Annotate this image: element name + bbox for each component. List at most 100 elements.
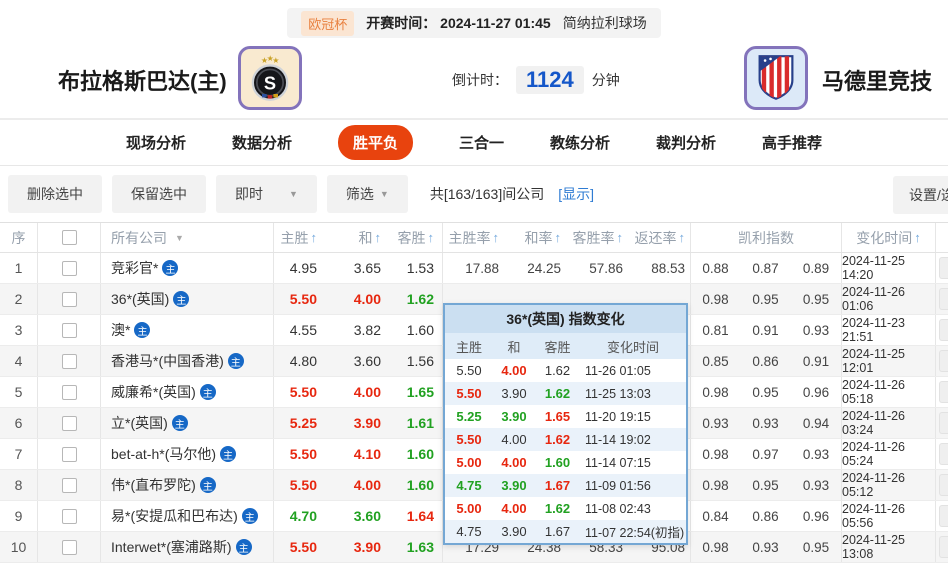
tab-三合一[interactable]: 三合一 bbox=[459, 132, 504, 153]
kelly-value: 0.98 bbox=[690, 439, 740, 469]
row-action-stub[interactable] bbox=[939, 536, 948, 558]
row-checkbox-cell bbox=[37, 346, 100, 376]
sort-asc-icon: ↑ bbox=[914, 230, 921, 245]
kelly-value: 0.95 bbox=[740, 377, 791, 407]
company-name[interactable]: 澳* bbox=[111, 320, 130, 340]
header-home-label: 主胜 bbox=[281, 228, 309, 248]
keep-selected-button[interactable]: 保留选中 bbox=[112, 175, 206, 213]
kelly-value: 0.98 bbox=[690, 532, 740, 562]
header-away-odds[interactable]: 客胜↑ bbox=[389, 223, 442, 252]
odds-table-header: 序 所有公司▼ 主胜↑ 和↑ 客胜↑ 主胜率↑ 和率↑ 客胜率↑ 返还率↑ 凯利… bbox=[0, 223, 948, 253]
row-extra-cell bbox=[935, 284, 948, 314]
header-home-rate-label: 主胜率 bbox=[449, 228, 491, 248]
popup-body: 5.504.001.6211-26 01:055.503.901.6211-25… bbox=[445, 359, 686, 543]
odds-value: 1.63 bbox=[389, 532, 442, 562]
company-name[interactable]: 威廉希*(英国) bbox=[111, 382, 196, 402]
team-header: 布拉格斯巴达(主) ★ ★ ★ S 倒计时： 1124 分钟 bbox=[0, 38, 948, 120]
tab-数据分析[interactable]: 数据分析 bbox=[232, 132, 292, 153]
row-action-stub[interactable] bbox=[939, 412, 948, 434]
match-info-bar: 欧冠杯 开赛时间： 2024-11-27 01:45 简纳拉利球场 bbox=[0, 8, 948, 38]
popup-row: 5.504.001.6211-14 19:02 bbox=[445, 428, 686, 451]
select-all-checkbox[interactable] bbox=[62, 230, 77, 245]
popup-odds-value: 1.62 bbox=[535, 363, 580, 378]
header-home-odds[interactable]: 主胜↑ bbox=[273, 223, 325, 252]
row-checkbox[interactable] bbox=[62, 323, 77, 338]
tab-胜平负[interactable]: 胜平负 bbox=[338, 125, 413, 160]
row-checkbox-cell bbox=[37, 501, 100, 531]
instant-dropdown[interactable]: 即时 ▼ bbox=[216, 175, 317, 213]
popup-change-time: 11-20 19:15 bbox=[580, 410, 686, 424]
filter-dropdown[interactable]: 筛选 ▼ bbox=[327, 175, 408, 213]
row-action-stub[interactable] bbox=[939, 288, 948, 310]
row-checkbox[interactable] bbox=[62, 540, 77, 555]
row-extra-cell bbox=[935, 253, 948, 283]
row-checkbox-cell bbox=[37, 532, 100, 562]
company-name[interactable]: 竞彩官* bbox=[111, 258, 158, 278]
row-action-stub[interactable] bbox=[939, 505, 948, 527]
row-checkbox-cell bbox=[37, 439, 100, 469]
row-checkbox[interactable] bbox=[62, 385, 77, 400]
header-draw-rate[interactable]: 和率↑ bbox=[504, 223, 566, 252]
row-seq: 9 bbox=[0, 501, 37, 531]
header-company[interactable]: 所有公司▼ bbox=[100, 223, 273, 252]
row-checkbox[interactable] bbox=[62, 354, 77, 369]
company-name[interactable]: 易*(安提瓜和巴布达) bbox=[111, 506, 238, 526]
header-home-rate[interactable]: 主胜率↑ bbox=[442, 223, 504, 252]
row-checkbox[interactable] bbox=[62, 478, 77, 493]
row-checkbox[interactable] bbox=[62, 447, 77, 462]
chevron-down-icon: ▼ bbox=[380, 189, 389, 199]
row-checkbox-cell bbox=[37, 470, 100, 500]
company-name[interactable]: 立*(英国) bbox=[111, 413, 168, 433]
row-action-stub[interactable] bbox=[939, 257, 948, 279]
popup-change-time: 11-09 01:56 bbox=[580, 479, 686, 493]
odds-value: 1.53 bbox=[389, 253, 442, 283]
row-checkbox[interactable] bbox=[62, 292, 77, 307]
popup-title: 36*(英国) 指数变化 bbox=[445, 305, 686, 333]
home-tag-icon: 主 bbox=[134, 322, 150, 338]
header-draw-odds[interactable]: 和↑ bbox=[325, 223, 389, 252]
header-payout-rate[interactable]: 返还率↑ bbox=[628, 223, 690, 252]
header-change-time[interactable]: 变化时间↑ bbox=[841, 223, 935, 252]
row-checkbox[interactable] bbox=[62, 261, 77, 276]
company-name[interactable]: 香港马*(中国香港) bbox=[111, 351, 224, 371]
company-name[interactable]: 伟*(直布罗陀) bbox=[111, 475, 196, 495]
row-action-stub[interactable] bbox=[939, 443, 948, 465]
kelly-value: 0.93 bbox=[791, 470, 841, 500]
home-tag-icon: 主 bbox=[228, 353, 244, 369]
odds-value: 4.00 bbox=[325, 284, 389, 314]
header-away-rate[interactable]: 客胜率↑ bbox=[566, 223, 628, 252]
popup-odds-value: 4.00 bbox=[493, 455, 535, 470]
header-select-all[interactable] bbox=[37, 223, 100, 252]
tab-教练分析[interactable]: 教练分析 bbox=[550, 132, 610, 153]
delete-selected-button[interactable]: 删除选中 bbox=[8, 175, 102, 213]
popup-odds-value: 3.90 bbox=[493, 409, 535, 424]
settings-select-button[interactable]: 设置/选择 bbox=[893, 176, 948, 214]
company-cell: 易*(安提瓜和巴布达)主 bbox=[100, 501, 273, 531]
odds-value: 1.60 bbox=[389, 315, 442, 345]
row-action-stub[interactable] bbox=[939, 474, 948, 496]
row-extra-cell bbox=[935, 315, 948, 345]
popup-header-draw: 和 bbox=[493, 337, 535, 356]
row-checkbox[interactable] bbox=[62, 416, 77, 431]
tab-高手推荐[interactable]: 高手推荐 bbox=[762, 132, 822, 153]
company-name[interactable]: bet-at-h*(马尔他) bbox=[111, 444, 216, 464]
league-badge[interactable]: 欧冠杯 bbox=[301, 11, 354, 36]
row-checkbox[interactable] bbox=[62, 509, 77, 524]
kelly-value: 0.93 bbox=[791, 315, 841, 345]
company-name[interactable]: 36*(英国) bbox=[111, 289, 169, 309]
kelly-value: 0.91 bbox=[740, 315, 791, 345]
odds-value: 1.56 bbox=[389, 346, 442, 376]
kelly-value: 0.86 bbox=[740, 501, 791, 531]
popup-header-home: 主胜 bbox=[445, 337, 493, 356]
row-action-stub[interactable] bbox=[939, 319, 948, 341]
kelly-value: 0.94 bbox=[791, 408, 841, 438]
company-name[interactable]: Interwet*(塞浦路斯) bbox=[111, 537, 232, 557]
tab-现场分析[interactable]: 现场分析 bbox=[126, 132, 186, 153]
popup-odds-value: 1.60 bbox=[535, 455, 580, 470]
row-action-stub[interactable] bbox=[939, 381, 948, 403]
row-action-stub[interactable] bbox=[939, 350, 948, 372]
kelly-value: 0.93 bbox=[791, 439, 841, 469]
kelly-value: 0.95 bbox=[791, 284, 841, 314]
tab-裁判分析[interactable]: 裁判分析 bbox=[656, 132, 716, 153]
show-link[interactable]: [显示] bbox=[558, 184, 594, 204]
